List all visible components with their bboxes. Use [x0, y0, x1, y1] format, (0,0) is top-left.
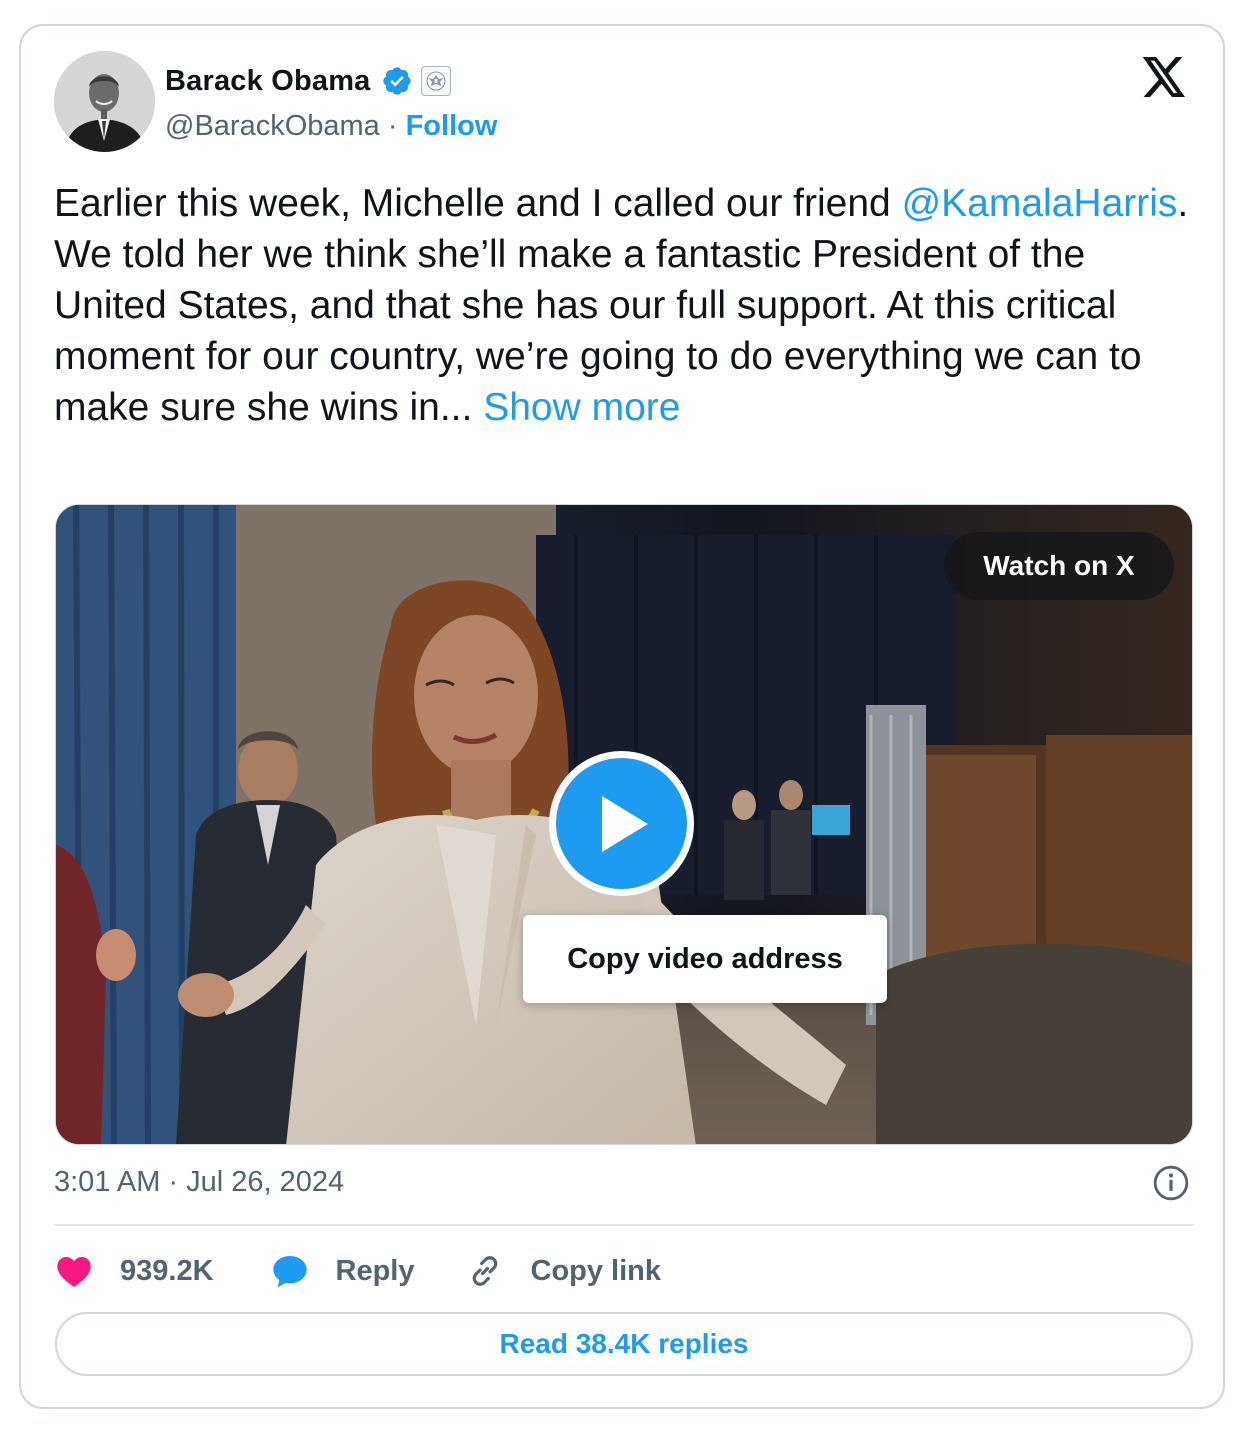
play-button[interactable] — [549, 751, 694, 896]
government-seal-icon — [420, 66, 451, 96]
copy-video-address-menu-item[interactable]: Copy video address — [523, 915, 887, 1003]
show-more-link[interactable]: Show more — [483, 386, 680, 429]
info-icon[interactable] — [1152, 1164, 1190, 1202]
read-replies-button[interactable]: Read 38.4K replies — [55, 1312, 1193, 1376]
tweet-timestamp[interactable]: 3:01 AM · Jul 26, 2024 — [54, 1166, 344, 1199]
tweet-card: Barack Obama @BarackObama · Follow Earli… — [19, 24, 1225, 1409]
follow-button[interactable]: Follow — [406, 110, 498, 142]
speech-bubble-icon — [272, 1256, 307, 1288]
watch-on-x-button[interactable]: Watch on X — [944, 532, 1174, 600]
reply-label: Reply — [335, 1254, 415, 1287]
video-player[interactable]: Watch on X Copy video address — [55, 504, 1193, 1145]
reply-button[interactable]: Reply — [270, 1251, 415, 1291]
verified-badge-icon — [382, 67, 411, 95]
author-handle[interactable]: @BarackObama — [165, 110, 380, 142]
copy-link-button[interactable]: Copy link — [465, 1251, 662, 1291]
avatar-photo — [54, 51, 155, 152]
play-button-circle — [556, 758, 687, 889]
like-count: 939.2K — [120, 1254, 214, 1287]
x-logo-icon[interactable] — [1141, 56, 1187, 98]
mention-link[interactable]: @KamalaHarris — [902, 182, 1178, 225]
tweet-text-part-1: Earlier this week, Michelle and I called… — [54, 182, 902, 225]
handle-separator: · — [387, 110, 406, 142]
divider — [54, 1224, 1194, 1226]
author-name-row: Barack Obama — [165, 60, 451, 102]
author-handle-row: @BarackObama · Follow — [165, 106, 497, 146]
copy-link-label: Copy link — [530, 1254, 662, 1287]
avatar[interactable] — [54, 51, 155, 152]
link-icon — [472, 1256, 497, 1286]
heart-icon — [57, 1257, 91, 1287]
author-name[interactable]: Barack Obama — [165, 65, 371, 98]
like-button[interactable]: 939.2K — [54, 1251, 214, 1291]
tweet-text: Earlier this week, Michelle and I called… — [54, 178, 1194, 433]
play-icon — [601, 795, 648, 852]
action-bar: 939.2K Reply Copy link — [54, 1248, 661, 1294]
